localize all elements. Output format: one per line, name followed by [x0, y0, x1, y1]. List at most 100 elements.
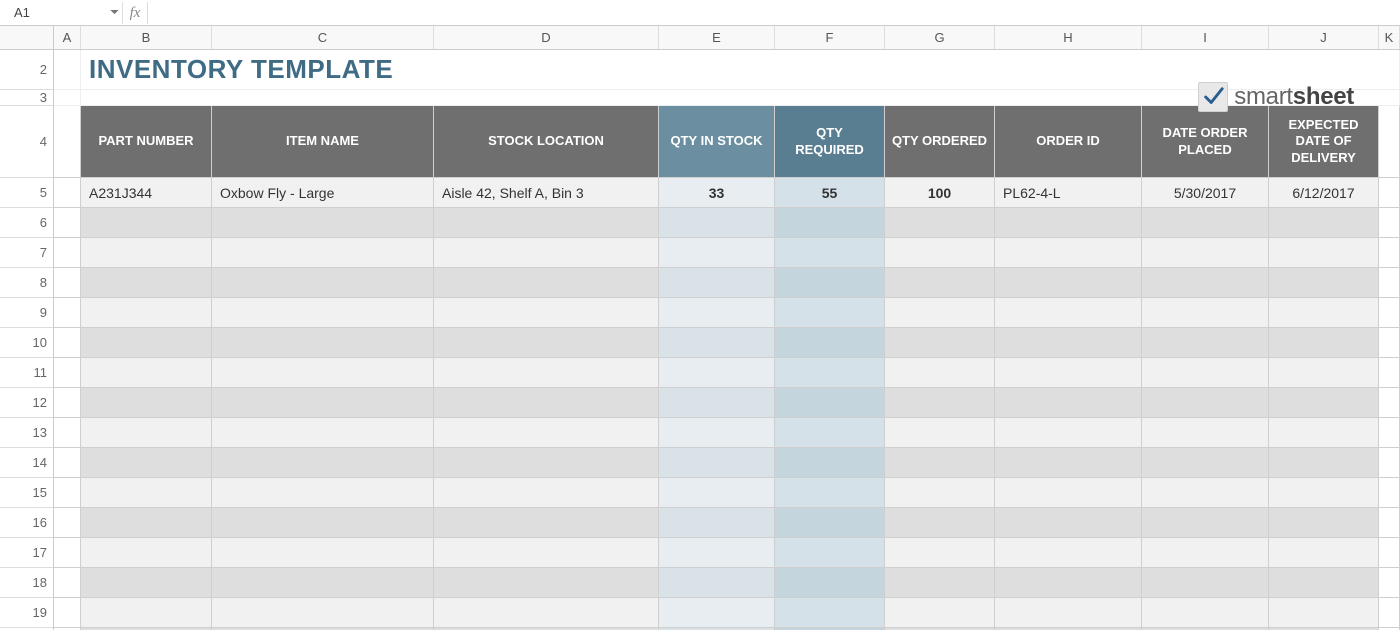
cell[interactable] — [54, 106, 81, 178]
row-header[interactable]: 18 — [0, 568, 53, 598]
cell[interactable] — [775, 418, 885, 448]
cell[interactable] — [54, 328, 81, 358]
row-header[interactable]: 14 — [0, 448, 53, 478]
cell[interactable] — [1142, 478, 1269, 508]
cell[interactable] — [995, 598, 1142, 628]
cell[interactable] — [885, 598, 995, 628]
cell[interactable] — [885, 388, 995, 418]
cell[interactable] — [995, 388, 1142, 418]
cell[interactable] — [1142, 238, 1269, 268]
cell[interactable] — [54, 90, 81, 106]
cell[interactable] — [1379, 508, 1400, 538]
cell[interactable] — [995, 418, 1142, 448]
cell[interactable] — [885, 478, 995, 508]
cell[interactable] — [434, 478, 659, 508]
cell[interactable] — [81, 238, 212, 268]
cell[interactable] — [81, 358, 212, 388]
cell[interactable]: 5/30/2017 — [1142, 178, 1269, 208]
cell[interactable] — [1269, 298, 1379, 328]
column-header[interactable]: D — [434, 26, 659, 49]
cell[interactable] — [212, 418, 434, 448]
cell[interactable] — [54, 238, 81, 268]
cell[interactable] — [1269, 478, 1379, 508]
cell[interactable] — [775, 388, 885, 418]
cell[interactable] — [81, 328, 212, 358]
cell[interactable] — [434, 418, 659, 448]
cell[interactable] — [659, 208, 775, 238]
cell[interactable] — [1142, 598, 1269, 628]
cell[interactable] — [1269, 328, 1379, 358]
cell[interactable] — [54, 508, 81, 538]
cell[interactable] — [995, 538, 1142, 568]
cell[interactable] — [775, 508, 885, 538]
row-header[interactable]: 7 — [0, 238, 53, 268]
cell[interactable] — [54, 268, 81, 298]
cell[interactable] — [434, 328, 659, 358]
cell[interactable] — [659, 238, 775, 268]
cell[interactable] — [775, 358, 885, 388]
cell[interactable] — [1142, 328, 1269, 358]
cell[interactable] — [1379, 388, 1400, 418]
column-header[interactable]: C — [212, 26, 434, 49]
cell[interactable] — [775, 298, 885, 328]
cell[interactable] — [212, 388, 434, 418]
cell[interactable] — [995, 358, 1142, 388]
cell[interactable] — [1269, 538, 1379, 568]
cell[interactable] — [81, 268, 212, 298]
cell[interactable] — [885, 238, 995, 268]
cell[interactable] — [1379, 238, 1400, 268]
cell[interactable] — [212, 598, 434, 628]
header-date-order-placed[interactable]: DATE ORDER PLACED — [1142, 106, 1269, 178]
row-header[interactable]: 17 — [0, 538, 53, 568]
cell[interactable] — [54, 598, 81, 628]
column-header[interactable]: H — [995, 26, 1142, 49]
cell[interactable] — [81, 418, 212, 448]
cell[interactable] — [54, 568, 81, 598]
cell[interactable] — [885, 448, 995, 478]
cell[interactable] — [212, 238, 434, 268]
cell[interactable] — [1269, 598, 1379, 628]
cell[interactable] — [659, 358, 775, 388]
cell[interactable] — [434, 208, 659, 238]
cell[interactable] — [659, 418, 775, 448]
cell[interactable] — [1142, 508, 1269, 538]
cell[interactable] — [54, 388, 81, 418]
column-header[interactable]: I — [1142, 26, 1269, 49]
cell[interactable] — [1379, 568, 1400, 598]
cell[interactable] — [775, 568, 885, 598]
cell[interactable] — [775, 208, 885, 238]
cell[interactable] — [1379, 268, 1400, 298]
cell[interactable] — [995, 328, 1142, 358]
cell[interactable]: A231J344 — [81, 178, 212, 208]
cell[interactable] — [81, 538, 212, 568]
row-header[interactable]: 11 — [0, 358, 53, 388]
header-qty-ordered[interactable]: QTY ORDERED — [885, 106, 995, 178]
cell[interactable] — [885, 268, 995, 298]
cell[interactable] — [81, 478, 212, 508]
row-header[interactable]: 16 — [0, 508, 53, 538]
cell[interactable] — [1379, 598, 1400, 628]
cell[interactable] — [775, 238, 885, 268]
cell[interactable] — [1379, 538, 1400, 568]
cell[interactable] — [1142, 358, 1269, 388]
cell[interactable] — [54, 418, 81, 448]
cell[interactable] — [54, 298, 81, 328]
cell[interactable] — [885, 508, 995, 538]
cell[interactable] — [885, 358, 995, 388]
cell[interactable] — [1142, 208, 1269, 238]
cell[interactable] — [659, 508, 775, 538]
cell[interactable] — [54, 358, 81, 388]
row-header[interactable]: 4 — [0, 106, 53, 178]
cell[interactable] — [434, 568, 659, 598]
row-header[interactable]: 6 — [0, 208, 53, 238]
cell[interactable] — [212, 478, 434, 508]
row-header[interactable]: 2 — [0, 50, 53, 90]
cell[interactable] — [212, 508, 434, 538]
cell[interactable] — [1269, 268, 1379, 298]
cell[interactable] — [1142, 568, 1269, 598]
cell[interactable] — [1142, 298, 1269, 328]
cell[interactable] — [54, 538, 81, 568]
cell[interactable] — [54, 208, 81, 238]
cell[interactable] — [81, 508, 212, 538]
cell[interactable] — [1379, 478, 1400, 508]
